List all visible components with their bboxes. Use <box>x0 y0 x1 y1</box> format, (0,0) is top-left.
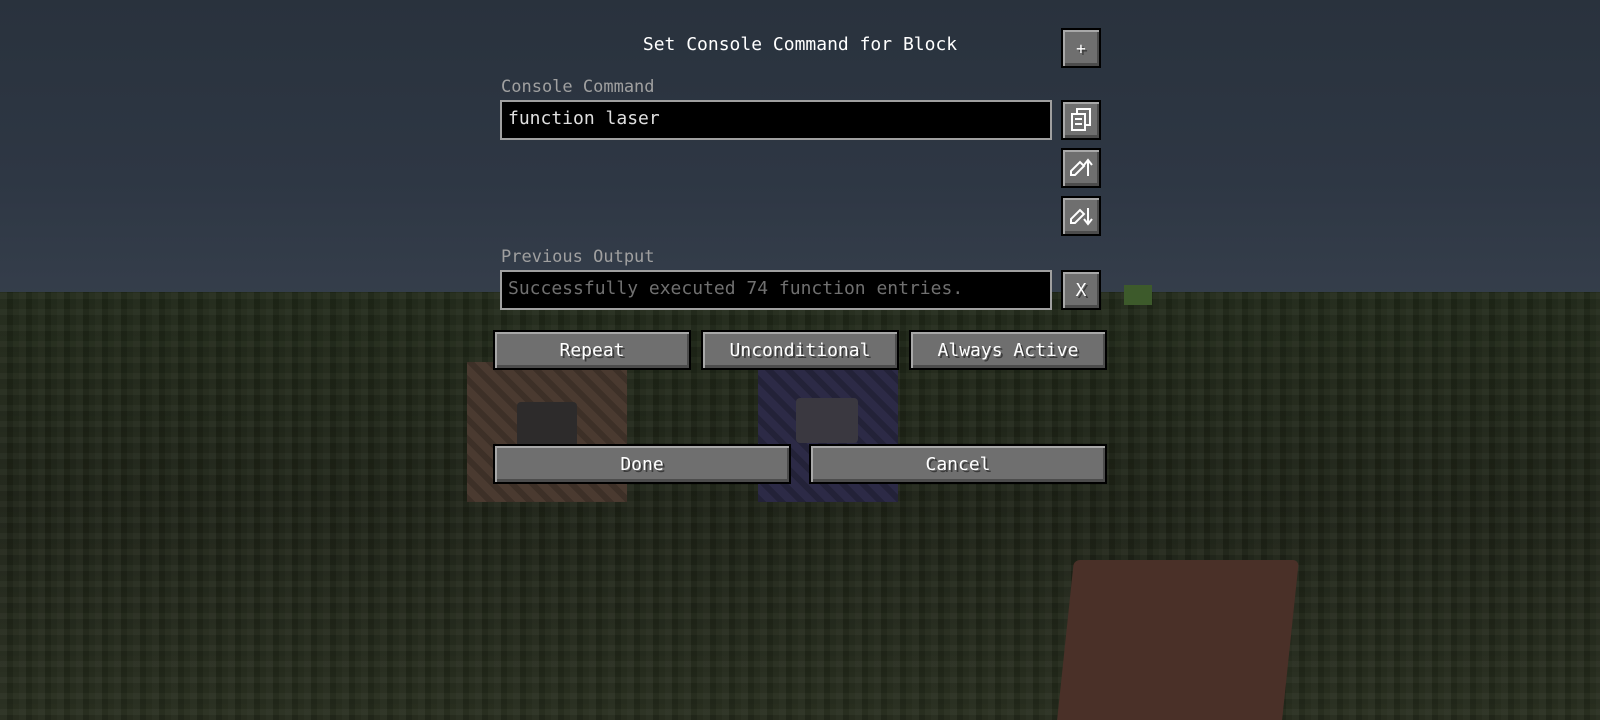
edit-next-button[interactable] <box>1061 196 1101 236</box>
close-icon: X <box>1075 279 1087 301</box>
clipboard-icon <box>1070 108 1092 132</box>
slime-block <box>1124 285 1152 305</box>
edit-previous-button[interactable] <box>1061 148 1101 188</box>
player-arm <box>1056 560 1299 720</box>
previous-output-field: Successfully executed 74 function entrie… <box>500 270 1052 310</box>
console-command-input[interactable]: function laser <box>500 100 1052 140</box>
condition-mode-button[interactable]: Unconditional <box>701 330 899 370</box>
block-type-button[interactable]: Repeat <box>493 330 691 370</box>
cancel-button[interactable]: Cancel <box>809 444 1107 484</box>
dialog-title: Set Console Command for Block <box>642 34 958 55</box>
copy-button[interactable] <box>1061 100 1101 140</box>
edit-down-icon <box>1068 205 1094 227</box>
previous-output-label: Previous Output <box>501 247 655 267</box>
done-button[interactable]: Done <box>493 444 791 484</box>
edit-up-icon <box>1068 157 1094 179</box>
console-command-label: Console Command <box>501 77 655 97</box>
plus-icon: + <box>1076 38 1086 58</box>
add-button[interactable]: + <box>1061 28 1101 68</box>
clear-output-button[interactable]: X <box>1061 270 1101 310</box>
redstone-mode-button[interactable]: Always Active <box>909 330 1107 370</box>
